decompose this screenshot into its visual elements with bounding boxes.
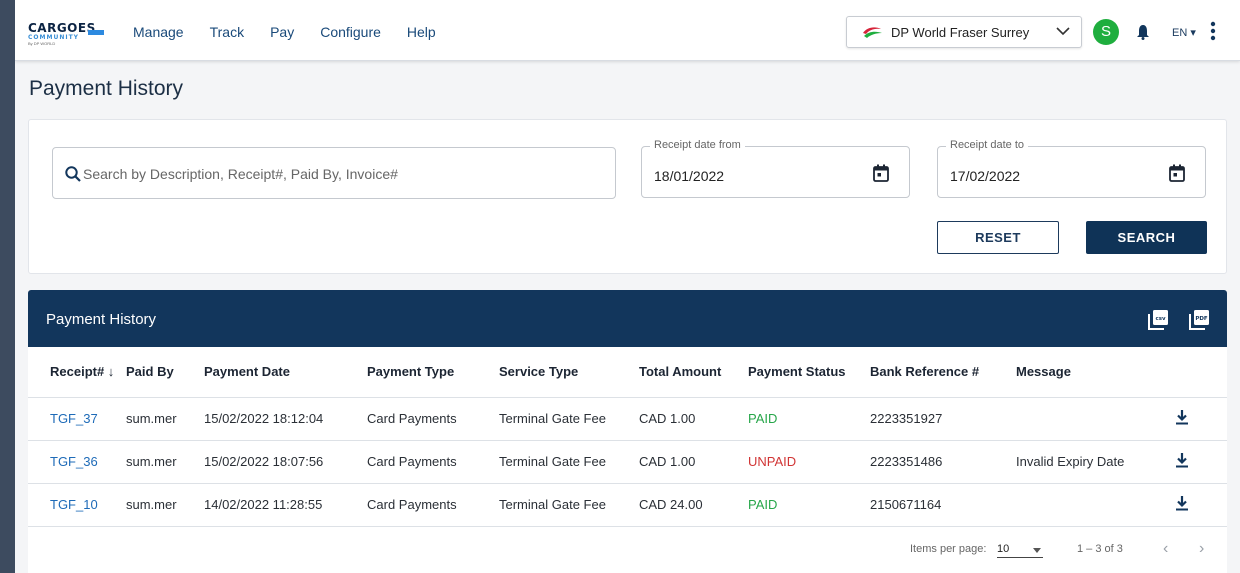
receipt-date-from-field[interactable]: Receipt date from 18/01/2022 (641, 139, 910, 198)
payment-history-table: Receipt# ↓ Paid By Payment Date Payment … (28, 347, 1227, 527)
terminal-selector[interactable]: DP World Fraser Surrey (846, 16, 1082, 48)
search-input[interactable] (83, 162, 603, 186)
table-row: TGF_37 sum.mer 15/02/2022 18:12:04 Card … (28, 397, 1227, 441)
main-nav: Manage Track Pay Configure Help (133, 24, 436, 40)
table-header-row: Receipt# ↓ Paid By Payment Date Payment … (28, 347, 1227, 398)
date-to-value: 17/02/2022 (950, 168, 1021, 184)
payment-type-cell: Card Payments (367, 397, 499, 441)
col-receipt[interactable]: Receipt# ↓ (28, 347, 126, 398)
language-selector[interactable]: EN ▾ (1172, 26, 1196, 39)
download-cell (1151, 397, 1227, 441)
avatar[interactable]: S (1093, 19, 1119, 45)
table-header-bar: Payment History csv PDF (28, 290, 1227, 347)
payment-status-cell: PAID (748, 397, 870, 441)
search-icon (65, 166, 81, 182)
date-from-value: 18/01/2022 (654, 168, 725, 184)
receipt-link[interactable]: TGF_10 (28, 483, 126, 527)
calendar-icon[interactable] (873, 164, 889, 182)
total-amount-cell: CAD 24.00 (639, 483, 748, 527)
cargoes-logo[interactable]: CARGOES COMMUNITY By DP WORLD (28, 22, 110, 46)
date-from-label: Receipt date from (650, 139, 745, 151)
app-window: CARGOES COMMUNITY By DP WORLD Manage Tra… (15, 0, 1240, 573)
nav-pay[interactable]: Pay (270, 24, 294, 40)
nav-help[interactable]: Help (407, 24, 436, 40)
date-to-label: Receipt date to (946, 139, 1028, 151)
search-field[interactable] (52, 147, 616, 199)
pagination-range: 1 – 3 of 3 (1077, 543, 1123, 555)
total-amount-cell: CAD 1.00 (639, 397, 748, 441)
col-total-amount: Total Amount (639, 347, 748, 398)
total-amount-cell: CAD 1.00 (639, 440, 748, 484)
receipt-date-to-field[interactable]: Receipt date to 17/02/2022 (937, 139, 1206, 198)
table-title: Payment History (46, 311, 157, 328)
download-cell (1151, 440, 1227, 484)
logo-line3: By DP WORLD (28, 41, 56, 46)
payment-history-table-card: Payment History csv PDF Receipt# ↓ Paid … (28, 290, 1227, 573)
paid-by-cell: sum.mer (126, 397, 204, 441)
bell-icon[interactable] (1136, 24, 1150, 40)
pdf-export-icon[interactable]: PDF (1189, 309, 1210, 330)
payment-status-cell: UNPAID (748, 440, 870, 484)
table-row: TGF_10 sum.mer 14/02/2022 11:28:55 Card … (28, 483, 1227, 527)
col-payment-type: Payment Type (367, 347, 499, 398)
reset-button[interactable]: RESET (937, 221, 1059, 254)
dropdown-arrow-icon (1033, 548, 1041, 553)
message-cell: Invalid Expiry Date (1016, 440, 1151, 484)
logo-bar (88, 30, 104, 35)
more-options-icon[interactable] (1210, 21, 1216, 41)
items-per-page-label: Items per page: (910, 543, 987, 555)
bank-reference-cell: 2223351927 (870, 397, 1016, 441)
bank-reference-cell: 2223351486 (870, 440, 1016, 484)
logo-line2: COMMUNITY (28, 34, 80, 41)
items-per-page-value: 10 (997, 543, 1010, 555)
svg-text:PDF: PDF (1195, 316, 1208, 322)
dp-world-icon (863, 27, 882, 38)
download-icon[interactable] (1175, 409, 1189, 425)
service-type-cell: Terminal Gate Fee (499, 440, 639, 484)
terminal-name: DP World Fraser Surrey (891, 25, 1030, 40)
filter-card: Receipt date from 18/01/2022 Receipt dat… (28, 119, 1227, 274)
calendar-icon[interactable] (1169, 164, 1185, 182)
col-message: Message (1016, 347, 1151, 398)
paid-by-cell: sum.mer (126, 483, 204, 527)
service-type-cell: Terminal Gate Fee (499, 483, 639, 527)
payment-type-cell: Card Payments (367, 440, 499, 484)
next-page-button[interactable]: › (1199, 540, 1204, 558)
items-per-page-select[interactable]: 10 (997, 543, 1043, 558)
service-type-cell: Terminal Gate Fee (499, 397, 639, 441)
search-button[interactable]: SEARCH (1086, 221, 1207, 254)
download-cell (1151, 483, 1227, 527)
receipt-link[interactable]: TGF_37 (28, 397, 126, 441)
payment-type-cell: Card Payments (367, 483, 499, 527)
col-actions (1151, 347, 1227, 398)
message-cell (1016, 483, 1151, 527)
svg-text:csv: csv (1155, 316, 1166, 322)
download-icon[interactable] (1175, 452, 1189, 468)
col-service-type: Service Type (499, 347, 639, 398)
payment-status-cell: PAID (748, 483, 870, 527)
table-row: TGF_36 sum.mer 15/02/2022 18:07:56 Card … (28, 440, 1227, 484)
nav-manage[interactable]: Manage (133, 24, 184, 40)
col-payment-date: Payment Date (204, 347, 367, 398)
receipt-link[interactable]: TGF_36 (28, 440, 126, 484)
message-cell (1016, 397, 1151, 441)
paid-by-cell: sum.mer (126, 440, 204, 484)
col-payment-status: Payment Status (748, 347, 870, 398)
download-icon[interactable] (1175, 495, 1189, 511)
nav-track[interactable]: Track (210, 24, 244, 40)
nav-configure[interactable]: Configure (320, 24, 381, 40)
bank-reference-cell: 2150671164 (870, 483, 1016, 527)
payment-date-cell: 14/02/2022 11:28:55 (204, 483, 367, 527)
col-bank-reference: Bank Reference # (870, 347, 1016, 398)
payment-date-cell: 15/02/2022 18:07:56 (204, 440, 367, 484)
page-title: Payment History (29, 77, 184, 100)
payment-date-cell: 15/02/2022 18:12:04 (204, 397, 367, 441)
top-bar: CARGOES COMMUNITY By DP WORLD Manage Tra… (15, 0, 1240, 61)
chevron-down-icon (1056, 27, 1070, 36)
col-paid-by: Paid By (126, 347, 204, 398)
csv-export-icon[interactable]: csv (1148, 309, 1169, 330)
paginator: Items per page: 10 1 – 3 of 3 ‹ › (15, 540, 1240, 573)
previous-page-button[interactable]: ‹ (1163, 540, 1168, 558)
